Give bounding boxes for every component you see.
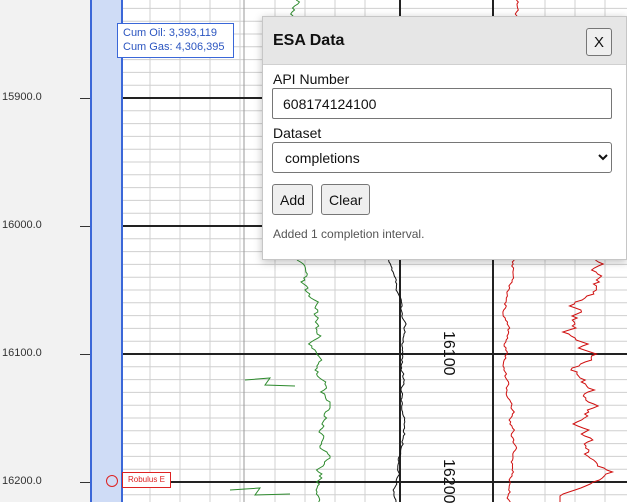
gamma-ray-curve [229,487,291,496]
depth-axis: 15900.0 16000.0 16100.0 16200.0 [0,0,90,502]
dataset-select[interactable]: completions [272,142,612,173]
dataset-label: Dataset [273,125,322,141]
density-curve [388,259,407,502]
track-depth-label: 16200 [440,459,457,504]
cumulative-production-tooltip: Cum Oil: 3,393,119 Cum Gas: 4,306,395 [117,23,234,58]
depth-tick [80,98,90,99]
depth-label: 15900.0 [2,91,42,103]
esa-data-panel: ESA Data X API Number Dataset completion… [262,16,627,260]
depth-label: 16000.0 [2,219,42,231]
completion-interval-band[interactable] [90,0,123,502]
add-button[interactable]: Add [272,184,313,215]
track-depth-label: 16100 [440,331,457,376]
depth-tick [80,354,90,355]
depth-tick [80,482,90,483]
cum-gas-text: Cum Gas: 4,306,395 [123,41,225,53]
esa-panel-title: ESA Data [273,32,345,49]
cum-oil-text: Cum Oil: 3,393,119 [123,27,217,39]
close-button[interactable]: X [586,28,612,56]
formation-top-label[interactable]: Robulus E [122,472,171,488]
esa-panel-header: ESA Data X [263,17,626,65]
api-number-label: API Number [273,71,350,87]
formation-top-marker-icon[interactable] [106,475,118,487]
depth-tick [80,226,90,227]
gamma-ray-curve [296,259,331,502]
status-message: Added 1 completion interval. [273,227,425,241]
depth-label: 16100.0 [2,347,42,359]
api-number-input[interactable] [272,88,612,119]
depth-label: 16200.0 [2,475,42,487]
clear-button[interactable]: Clear [321,184,371,215]
resistivity-curve [502,259,518,502]
